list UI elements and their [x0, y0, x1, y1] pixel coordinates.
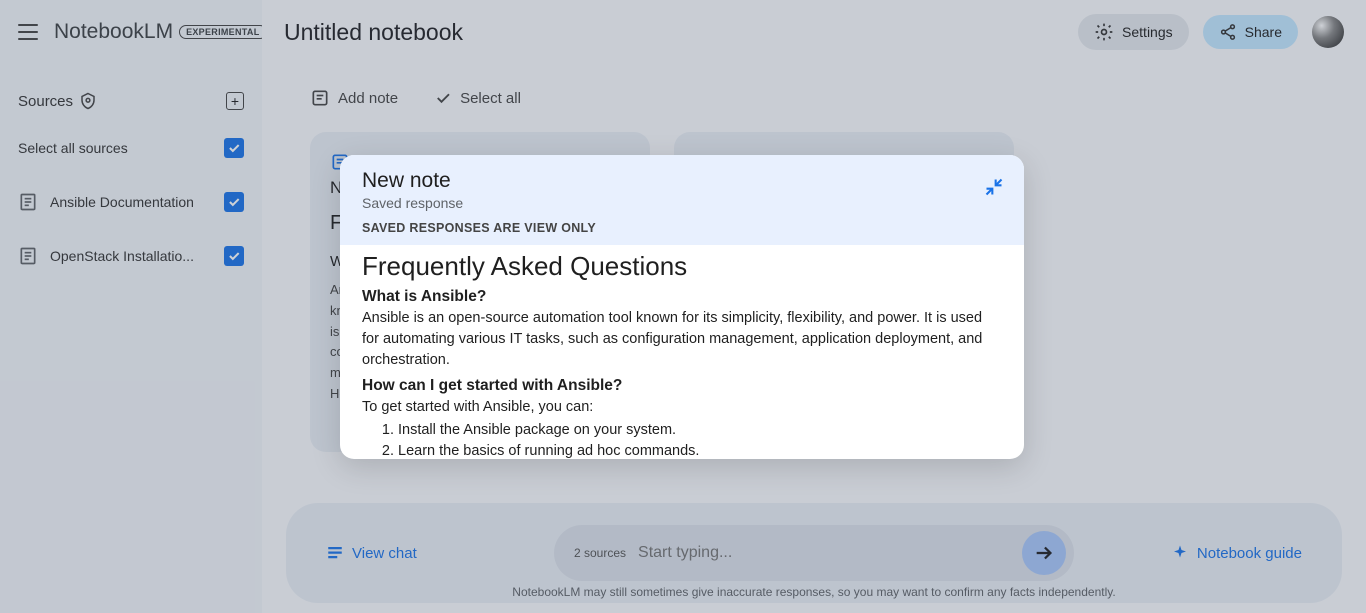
select-all-label: Select all sources	[18, 140, 128, 156]
modal-banner: SAVED RESPONSES ARE VIEW ONLY	[340, 221, 1024, 245]
note-modal: New note Saved response SAVED RESPONSES …	[340, 155, 1024, 459]
app-logo: NotebookLM EXPERIMENTAL	[54, 20, 267, 44]
add-note-label: Add note	[338, 90, 398, 107]
shield-icon	[79, 92, 97, 110]
app-name: NotebookLM	[54, 20, 173, 44]
disclaimer: NotebookLM may still sometimes give inac…	[286, 579, 1342, 605]
source-name: OpenStack Installatio...	[50, 248, 194, 264]
list-item: Learn the basics of running ad hoc comma…	[398, 441, 1002, 459]
chat-input-container: 2 sources	[554, 525, 1074, 581]
view-chat-label: View chat	[352, 545, 417, 562]
sources-label: Sources	[18, 93, 73, 110]
source-name: Ansible Documentation	[50, 194, 194, 210]
select-all-label: Select all	[460, 90, 521, 107]
notebook-guide-label: Notebook guide	[1197, 545, 1302, 562]
document-icon	[18, 246, 38, 266]
checkbox-icon[interactable]	[224, 246, 244, 266]
share-button[interactable]: Share	[1203, 15, 1298, 49]
modal-title: New note	[362, 169, 1002, 193]
menu-icon[interactable]	[18, 20, 42, 44]
faq-answer-lead: To get started with Ansible, you can:	[362, 397, 1002, 418]
faq-answer: Ansible is an open-source automation too…	[362, 308, 1002, 371]
modal-subtitle: Saved response	[362, 195, 1002, 211]
select-all-button[interactable]: Select all	[434, 89, 521, 107]
source-count: 2 sources	[574, 546, 626, 560]
select-all-sources[interactable]: Select all sources	[18, 128, 244, 168]
checkbox-icon[interactable]	[224, 192, 244, 212]
share-label: Share	[1245, 24, 1282, 40]
avatar[interactable]	[1312, 16, 1344, 48]
sparkle-icon	[1171, 544, 1189, 562]
sidebar: Sources + Select all sources Ansible Doc…	[0, 64, 262, 613]
list-item: Install the Ansible package on your syst…	[398, 420, 1002, 441]
modal-body: Frequently Asked Questions What is Ansib…	[340, 245, 1024, 459]
source-item[interactable]: Ansible Documentation	[18, 182, 244, 222]
chat-input[interactable]	[638, 544, 1010, 562]
share-icon	[1219, 23, 1237, 41]
faq-heading: Frequently Asked Questions	[362, 251, 1002, 282]
notebook-guide-button[interactable]: Notebook guide	[1142, 544, 1302, 562]
add-source-button[interactable]: +	[226, 92, 244, 110]
source-item[interactable]: OpenStack Installatio...	[18, 236, 244, 276]
experimental-badge: EXPERIMENTAL	[179, 25, 266, 39]
notebook-title[interactable]: Untitled notebook	[284, 19, 1078, 46]
collapse-icon	[984, 177, 1004, 197]
faq-question: What is Ansible?	[362, 288, 1002, 306]
arrow-right-icon	[1033, 542, 1055, 564]
faq-list: Install the Ansible package on your syst…	[398, 420, 1002, 459]
bottom-bar: View chat 2 sources Notebook guide Noteb…	[286, 503, 1342, 603]
faq-question: How can I get started with Ansible?	[362, 377, 1002, 395]
chat-icon	[326, 544, 344, 562]
note-add-icon	[310, 88, 330, 108]
check-icon	[434, 89, 452, 107]
collapse-button[interactable]	[984, 177, 1004, 197]
checkbox-icon[interactable]	[224, 138, 244, 158]
settings-button[interactable]: Settings	[1078, 14, 1189, 50]
send-button[interactable]	[1022, 531, 1066, 575]
document-icon	[18, 192, 38, 212]
add-note-button[interactable]: Add note	[310, 88, 398, 108]
gear-icon	[1094, 22, 1114, 42]
view-chat-button[interactable]: View chat	[326, 544, 486, 562]
settings-label: Settings	[1122, 24, 1173, 40]
